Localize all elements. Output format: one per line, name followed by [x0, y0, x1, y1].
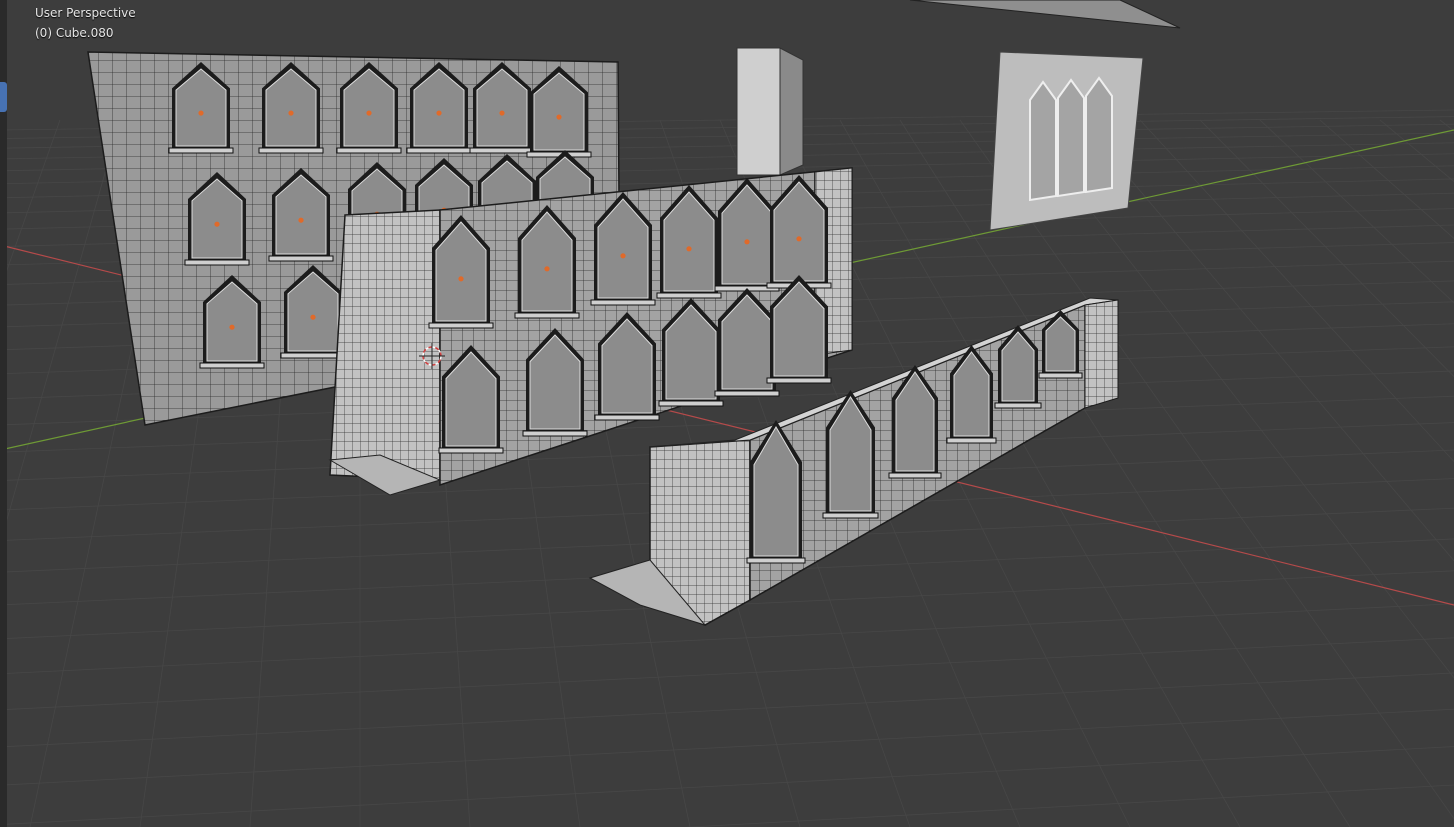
scene-canvas[interactable]	[0, 0, 1454, 827]
active-object-label: (0) Cube.080	[35, 26, 114, 40]
active-tool-indicator[interactable]	[0, 82, 7, 112]
toolbar-strip[interactable]	[0, 0, 7, 827]
window-panel-object[interactable]	[989, 51, 1144, 231]
viewport-mode-label: User Perspective	[35, 6, 136, 20]
roof-object[interactable]	[909, 0, 1181, 29]
3d-viewport[interactable]: User Perspective (0) Cube.080	[0, 0, 1454, 827]
pillar-object[interactable]	[736, 47, 804, 176]
